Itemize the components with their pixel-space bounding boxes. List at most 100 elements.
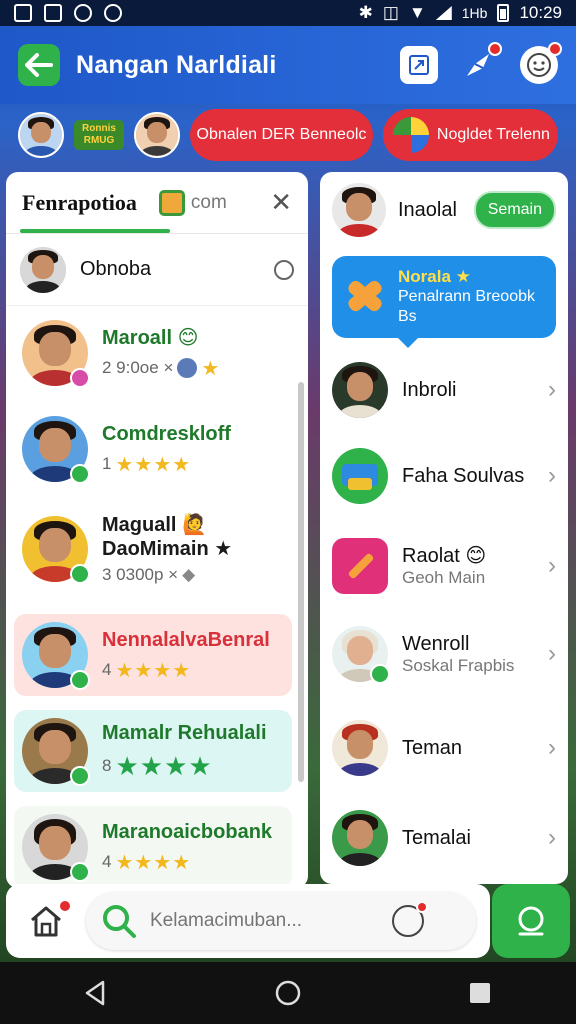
messenger-icon — [104, 4, 122, 22]
contact-item-highlighted[interactable]: NennalalvaBenral 4 ★★★★ — [14, 614, 292, 696]
avatar[interactable] — [134, 112, 180, 158]
contact-meta: 4 — [102, 660, 112, 679]
menu-item[interactable]: Faha Soulvas › — [320, 432, 568, 520]
menu-item[interactable]: Temalai › — [320, 794, 568, 882]
promo-pill-game[interactable]: Nogldet Trelenn — [382, 109, 558, 161]
self-name: Obnoba — [80, 258, 152, 280]
emoji-badge — [416, 901, 428, 913]
wifi-icon: ▼ — [408, 3, 426, 22]
avatar[interactable] — [332, 183, 386, 237]
verified-check-icon — [70, 464, 90, 484]
search-box[interactable] — [86, 892, 476, 950]
promo-pill-label: Nogldet Trelenn — [436, 126, 550, 143]
avatar — [22, 320, 90, 388]
avatar — [22, 416, 90, 484]
profile-button[interactable] — [520, 42, 562, 84]
avatar[interactable] — [18, 112, 64, 158]
avatar — [332, 362, 388, 418]
avatar — [20, 246, 66, 293]
menu-item[interactable]: Inbroli › — [320, 346, 568, 434]
promo-pill[interactable]: Obnalen DER Benneolc — [190, 109, 373, 161]
promo-badge[interactable]: Ronnis RMUG — [74, 120, 124, 150]
rating-stars: ★★★★ — [115, 659, 192, 682]
home-nav-icon[interactable] — [273, 978, 303, 1008]
contact-item[interactable]: Maranoaicbobank 4 ★★★★ — [14, 806, 292, 888]
chat-fab-button[interactable] — [492, 884, 570, 958]
battery-icon — [497, 4, 510, 22]
contact-name: Mamalr Rehualali — [102, 721, 267, 744]
menu-item-label: Teman — [402, 737, 463, 759]
smiley-icon — [527, 53, 551, 77]
back-nav-icon[interactable] — [81, 978, 111, 1008]
chevron-right-icon: › — [548, 462, 556, 489]
scrollbar[interactable] — [298, 382, 304, 782]
emoji-icon[interactable] — [392, 901, 428, 937]
verified-check-icon — [370, 664, 390, 684]
rating-stars: ★★★★ — [115, 750, 213, 781]
vibrate-icon: ◫ — [382, 3, 399, 22]
menu-user-name: Inaolal — [398, 198, 457, 221]
back-button[interactable] — [18, 44, 60, 86]
avatar — [22, 622, 90, 690]
globe-icon — [177, 358, 198, 378]
contact-item[interactable]: Maguall 🙋 DaoMimain ★ 3 0300p × ◆ — [14, 508, 292, 590]
menu-item[interactable]: Wenroll Soskal Frapbis › — [320, 610, 568, 698]
menu-item[interactable]: Teman › — [320, 704, 568, 792]
contact-item-highlighted[interactable]: Mamalr Rehualali 8 ★★★★ — [14, 710, 292, 792]
verified-check-icon — [70, 862, 90, 882]
rating-stars: ★ — [201, 357, 221, 380]
share-icon — [409, 55, 429, 75]
contact-name: Maroall 😊 — [102, 326, 199, 349]
tab-contacts[interactable]: Fenrapotioa — [22, 190, 137, 216]
bottom-bar — [6, 884, 490, 958]
edit-icon — [332, 538, 388, 594]
ball-icon — [392, 117, 429, 153]
select-radio[interactable] — [274, 259, 294, 280]
avatar — [332, 720, 388, 776]
menu-item-label: Inbroli — [402, 379, 457, 401]
menu-panel: Inaolal Semain Norala ★ Penalrann Breoob… — [320, 172, 568, 884]
tab-calendar-label: com — [190, 191, 227, 213]
contact-item[interactable]: Maroall 😊 2 9:0oe × ★ — [14, 312, 292, 394]
chevron-right-icon: › — [548, 376, 556, 403]
story-strip: Ronnis RMUG Obnalen DER Benneolc Nogldet… — [0, 104, 576, 166]
recents-nav-icon[interactable] — [465, 978, 495, 1008]
contact-item[interactable]: Comdreskloff 1 ★★★★ — [14, 408, 292, 490]
playground-icon — [332, 448, 388, 504]
home-button[interactable] — [20, 895, 72, 947]
menu-item-label: Raolat 😊 — [402, 545, 487, 567]
search-icon — [103, 905, 136, 938]
menu-item-label: Faha Soulvas — [402, 465, 525, 487]
rating-stars: ★★★★ — [115, 453, 192, 476]
self-row[interactable]: Obnoba — [6, 234, 308, 306]
chevron-right-icon: › — [548, 734, 556, 761]
contact-meta: 2 9:0oe × — [102, 358, 174, 377]
rating-stars: ★★★★ — [115, 851, 192, 874]
tab-calendar[interactable]: com — [158, 189, 227, 216]
app-notif-icon — [74, 4, 92, 22]
search-input[interactable] — [150, 910, 380, 932]
photo-icon — [44, 4, 62, 22]
chevron-right-icon: › — [548, 824, 556, 851]
active-tab-indicator — [20, 229, 170, 233]
avatar — [332, 626, 390, 684]
panel-tabs: Fenrapotioa com ✕ — [6, 172, 308, 234]
close-icon[interactable]: ✕ — [270, 187, 292, 218]
contact-meta: 3 0300p × — [102, 565, 179, 584]
action-button[interactable]: Semain — [473, 191, 556, 229]
clock: 10:29 — [519, 3, 562, 22]
bluetooth-icon: ✱ — [358, 3, 373, 22]
notification-badge — [488, 42, 502, 56]
avatar — [22, 516, 90, 584]
menu-header: Inaolal Semain — [320, 172, 568, 248]
promo-bubble[interactable]: Norala ★ Penalrann Breoobk Bs — [332, 256, 556, 348]
system-nav-bar — [0, 962, 576, 1024]
menu-item-label: Temalai — [402, 827, 471, 849]
app-header: Nangan Narldiali — [0, 26, 576, 104]
contact-name: Maranoaicbobank — [102, 820, 273, 843]
bubble-text: Penalrann Breoobk Bs — [398, 288, 535, 325]
share-button[interactable] — [400, 46, 438, 84]
contacts-panel: Fenrapotioa com ✕ Obnoba Maroall 😊 2 9:0… — [6, 172, 308, 888]
menu-item[interactable]: Raolat 😊 Geoh Main › — [320, 522, 568, 610]
notifications-button[interactable] — [460, 42, 502, 84]
